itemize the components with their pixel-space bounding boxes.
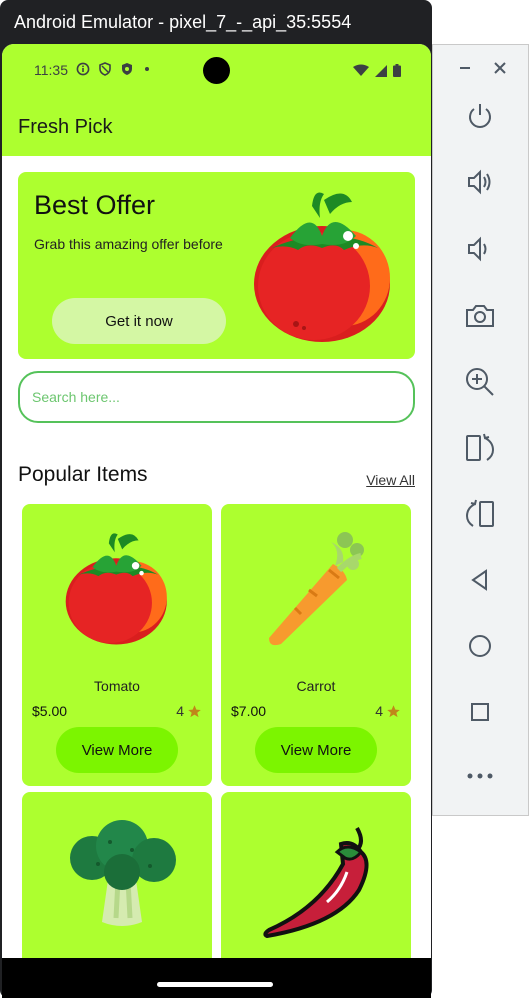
rating-value: 4 <box>375 703 383 719</box>
item-name: Carrot <box>296 678 336 694</box>
item-card-carrot[interactable]: Carrot $7.00 4 View More <box>221 504 411 786</box>
carrot-icon <box>269 532 364 646</box>
status-time: 11:35 <box>34 62 68 78</box>
status-icons-right <box>353 64 401 77</box>
volume-up-icon[interactable] <box>463 165 497 199</box>
broccoli-icon <box>70 820 176 926</box>
camera-icon[interactable] <box>463 299 497 333</box>
emulator-title: Android Emulator - pixel_7_-_api_35:5554 <box>14 12 352 32</box>
view-all-link[interactable]: View All <box>366 472 415 488</box>
close-icon[interactable] <box>483 51 517 85</box>
rating-value: 4 <box>176 703 184 719</box>
home-icon[interactable] <box>463 629 497 663</box>
dot-icon <box>145 67 149 71</box>
camera-cutout <box>203 57 230 84</box>
item-price: $7.00 <box>231 703 267 719</box>
offer-title: Best Offer <box>34 190 156 220</box>
item-rating: 4 <box>176 703 202 719</box>
power-icon[interactable] <box>463 99 497 133</box>
minimize-icon[interactable] <box>448 51 482 85</box>
item-rating: 4 <box>375 703 401 719</box>
star-icon <box>188 704 201 717</box>
shield-icon <box>99 62 111 76</box>
status-bar: 11:35 <box>2 44 431 100</box>
wifi-icon <box>353 64 369 76</box>
volume-down-icon[interactable] <box>463 232 497 266</box>
info-icon <box>76 62 90 76</box>
rotate-right-icon[interactable] <box>463 497 497 531</box>
more-icon[interactable] <box>463 759 497 793</box>
chili-pepper-icon <box>263 827 369 938</box>
rotate-left-icon[interactable] <box>463 431 497 465</box>
view-more-button[interactable]: View More <box>56 727 178 773</box>
item-card-broccoli[interactable] <box>22 792 212 974</box>
tomato-icon <box>254 192 390 342</box>
offer-subtitle: Grab this amazing offer before <box>34 236 223 252</box>
back-icon[interactable] <box>463 563 497 597</box>
item-name: Tomato <box>94 678 140 694</box>
zoom-icon[interactable] <box>463 365 497 399</box>
app-title: Fresh Pick <box>18 116 113 138</box>
star-icon <box>387 704 400 717</box>
overview-icon[interactable] <box>463 695 497 729</box>
home-gesture-handle[interactable] <box>157 982 273 987</box>
view-more-button[interactable]: View More <box>255 727 377 773</box>
status-icons-left <box>76 62 152 76</box>
get-it-now-button[interactable]: Get it now <box>52 298 226 344</box>
battery-icon <box>393 64 401 77</box>
item-card-chili-pepper[interactable] <box>221 792 411 974</box>
device-screen: 11:35 Fresh Pick Best Offer Grab this am… <box>2 44 431 974</box>
item-price: $5.00 <box>32 703 68 719</box>
item-card-tomato[interactable]: Tomato $5.00 4 View More <box>22 504 212 786</box>
offer-banner: Best Offer Grab this amazing offer befor… <box>18 172 415 359</box>
signal-icon <box>375 64 387 77</box>
vpn-icon <box>122 63 132 75</box>
popular-items-title: Popular Items <box>18 463 148 486</box>
tomato-icon <box>65 533 167 645</box>
search-input[interactable] <box>18 371 415 423</box>
emulator-toolbar <box>432 44 529 816</box>
navigation-bar <box>2 958 431 998</box>
